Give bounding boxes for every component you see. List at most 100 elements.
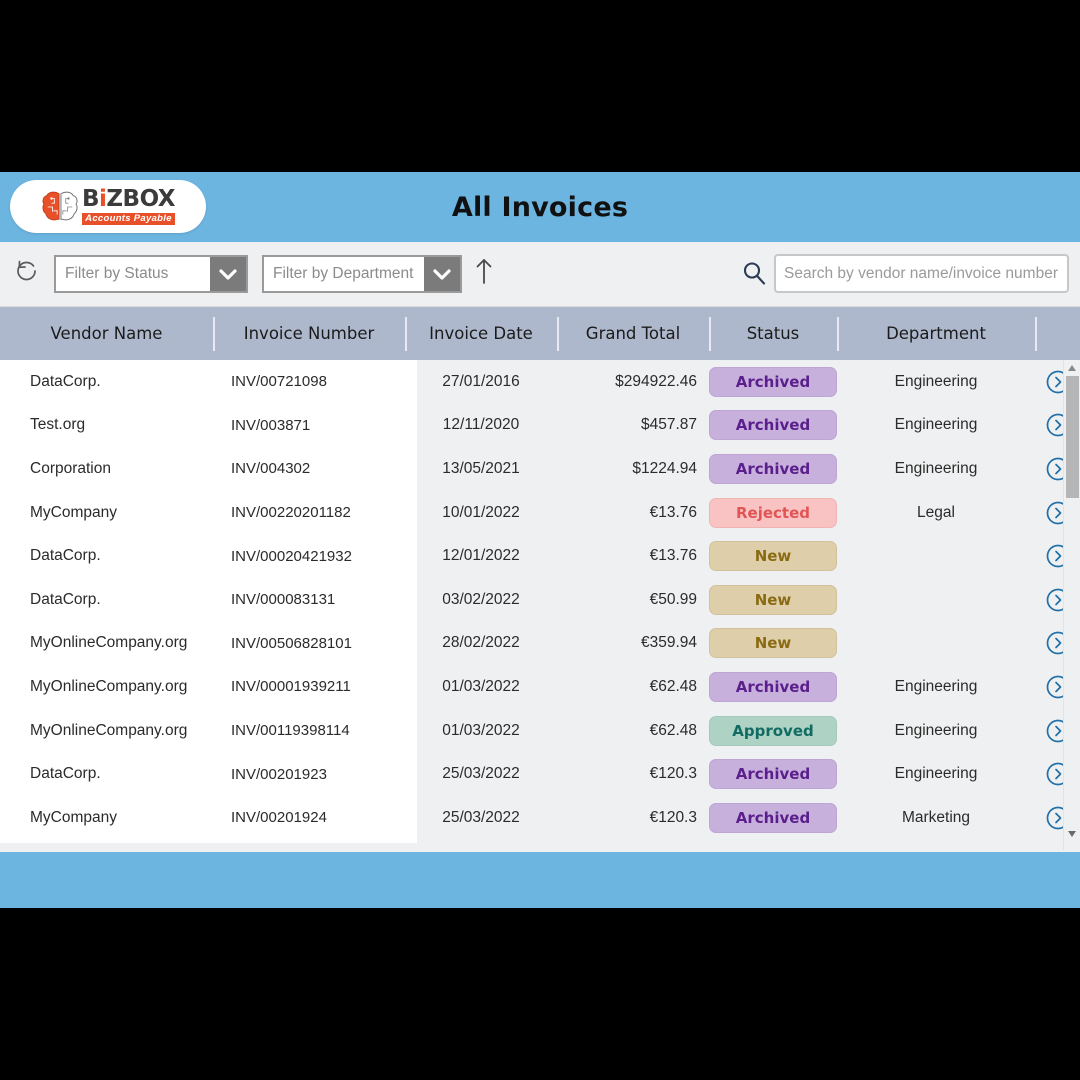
cell-invoice-date: 01/03/2022 [442, 677, 520, 695]
cell-invoice-date: 01/03/2022 [442, 721, 520, 739]
refresh-button[interactable] [12, 258, 42, 288]
cell-grand-total: $457.87 [640, 416, 697, 434]
cell-invoice-number: INV/00119398114 [231, 722, 350, 740]
column-header-invoice-date[interactable]: Invoice Date [405, 316, 557, 351]
chevron-down-icon [210, 257, 246, 291]
cell-vendor-name: MyOnlineCompany.org [30, 677, 188, 695]
status-badge: Archived [709, 759, 837, 790]
triangle-down-icon [1067, 825, 1077, 843]
cell-invoice-date: 28/02/2022 [442, 634, 520, 652]
cell-invoice-date: 12/01/2022 [442, 547, 520, 565]
cell-vendor-name: DataCorp. [30, 590, 101, 608]
cell-status: Archived [709, 802, 837, 833]
department-filter-select[interactable]: Filter by Department [262, 255, 462, 293]
search-input[interactable] [774, 254, 1069, 293]
cell-invoice-date: 12/11/2020 [442, 416, 520, 434]
cell-status: Archived [709, 410, 837, 441]
column-header-grand-total[interactable]: Grand Total [557, 316, 709, 351]
cell-status: New [709, 541, 837, 572]
app-footer [0, 852, 1080, 908]
cell-invoice-date: 03/02/2022 [442, 590, 520, 608]
status-badge: New [709, 628, 837, 659]
table-row[interactable]: DataCorp. INV/00020421932 12/01/2022 €13.76… [0, 534, 1080, 578]
page-title: All Invoices [451, 191, 629, 223]
status-badge: Archived [709, 366, 837, 397]
cell-invoice-date: 25/03/2022 [442, 808, 520, 826]
status-badge: Archived [709, 453, 837, 484]
column-header-invoice-number[interactable]: Invoice Number [213, 316, 405, 351]
cell-grand-total: €50.99 [649, 590, 697, 608]
table-body: DataCorp. INV/00721098 27/01/2016 $294922.4… [0, 360, 1080, 850]
scrollbar-thumb[interactable] [1066, 376, 1079, 498]
column-header-actions [1035, 316, 1080, 351]
status-badge: Rejected [709, 497, 837, 528]
table-row[interactable]: MyCompany INV/00220201182 10/01/2022 €13.76… [0, 491, 1080, 535]
cell-grand-total: $1224.94 [632, 459, 697, 477]
scroll-up-button[interactable] [1064, 360, 1080, 375]
toolbar: Filter by Status Filter by Department [0, 242, 1080, 307]
table-row[interactable]: DataCorp. INV/00201923 25/03/2022 €120.3 Arc… [0, 752, 1080, 796]
cell-invoice-number: INV/00201923 [231, 765, 327, 783]
cell-department: Legal [917, 503, 955, 521]
cell-vendor-name: Corporation [30, 459, 111, 477]
cell-vendor-name: DataCorp. [30, 372, 101, 390]
status-badge: New [709, 541, 837, 572]
triangle-up-icon [1067, 360, 1077, 377]
cell-vendor-name: DataCorp. [30, 547, 101, 565]
cell-invoice-number: INV/00721098 [231, 373, 327, 391]
table-row[interactable]: Test.org INV/003871 12/11/2020 $457.87 Archi… [0, 404, 1080, 448]
cell-department: Engineering [894, 416, 978, 434]
cell-vendor-name: MyCompany [30, 503, 117, 521]
table-row[interactable]: MyOnlineCompany.org INV/00506828101 28/02/… [0, 622, 1080, 666]
cell-invoice-date: 13/05/2021 [442, 459, 520, 477]
cell-vendor-name: MyOnlineCompany.org [30, 634, 188, 652]
cell-grand-total: €359.94 [640, 634, 697, 652]
cell-vendor-name: MyCompany [30, 808, 117, 826]
department-filter-label: Filter by Department [273, 265, 414, 282]
cell-department: Engineering [894, 677, 978, 695]
status-filter-select[interactable]: Filter by Status [54, 255, 248, 293]
column-header-status[interactable]: Status [709, 316, 837, 351]
cell-grand-total: €62.48 [649, 677, 697, 695]
status-badge: Archived [709, 671, 837, 702]
cell-invoice-number: INV/004302 [231, 460, 311, 478]
status-badge: Archived [709, 802, 837, 833]
table-row[interactable]: MyOnlineCompany.org INV/00001939211 01/03/… [0, 665, 1080, 709]
cell-grand-total: €120.3 [649, 765, 697, 783]
cell-grand-total: €62.48 [649, 721, 697, 739]
cell-status: Archived [709, 671, 837, 702]
table-row[interactable]: DataCorp. INV/000083131 03/02/2022 €50.99 Ne… [0, 578, 1080, 622]
cell-invoice-number: INV/003871 [231, 416, 311, 434]
cell-department: Marketing [901, 808, 971, 826]
application-window: BiZBOX Accounts Payable All Invoices Fil… [0, 172, 1080, 908]
cell-status: New [709, 628, 837, 659]
cell-invoice-date: 10/01/2022 [442, 503, 520, 521]
scroll-down-button[interactable] [1064, 826, 1080, 841]
table-header-row: Vendor Name Invoice Number Invoice Date … [0, 307, 1080, 360]
cell-invoice-number: INV/00001939211 [231, 678, 351, 696]
vertical-scrollbar[interactable] [1063, 360, 1080, 850]
cell-grand-total: €13.76 [649, 503, 697, 521]
cell-invoice-number: INV/00220201182 [231, 504, 351, 522]
app-header: BiZBOX Accounts Payable All Invoices [0, 172, 1080, 242]
cell-status: Archived [709, 366, 837, 397]
table-row[interactable]: MyCompany INV/00201924 25/03/2022 €120.3 Arc… [0, 796, 1080, 840]
cell-department: Engineering [894, 721, 978, 739]
table-row[interactable]: MyOnlineCompany.org INV/00119398114 01/03/… [0, 709, 1080, 753]
sort-ascending-button[interactable] [470, 258, 498, 288]
cell-status: Archived [709, 453, 837, 484]
status-badge: Approved [709, 715, 837, 746]
refresh-icon [14, 258, 40, 289]
table-row[interactable]: Corporation INV/004302 13/05/2021 $1224.94 A… [0, 447, 1080, 491]
column-header-vendor-name[interactable]: Vendor Name [0, 317, 213, 351]
column-header-department[interactable]: Department [837, 316, 1035, 351]
cell-status: Rejected [709, 497, 837, 528]
cell-department: Engineering [894, 372, 978, 390]
arrow-up-icon [474, 257, 494, 290]
cell-grand-total: €120.3 [649, 808, 697, 826]
cell-grand-total: $294922.46 [615, 372, 697, 390]
status-badge: New [709, 584, 837, 615]
cell-invoice-number: INV/00201924 [231, 809, 327, 827]
search-button[interactable] [740, 259, 768, 287]
table-row[interactable]: DataCorp. INV/00721098 27/01/2016 $294922.4… [0, 360, 1080, 404]
